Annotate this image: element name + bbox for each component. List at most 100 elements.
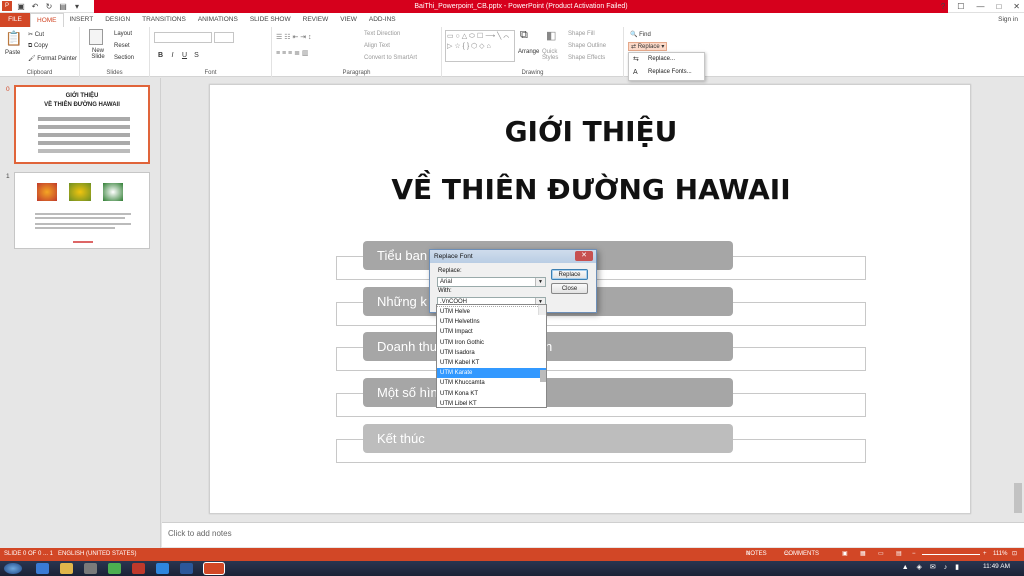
close-button[interactable]: ✕: [1013, 0, 1020, 13]
tab-file[interactable]: FILE: [0, 13, 30, 27]
close-dialog-button[interactable]: Close: [551, 283, 588, 294]
present-icon[interactable]: ▤: [58, 1, 68, 11]
copy-button[interactable]: ⧉ Copy: [28, 43, 48, 50]
notes-pane[interactable]: Click to add notes: [162, 522, 1024, 547]
paste-button[interactable]: Paste: [5, 50, 20, 56]
clock[interactable]: 11:49 AM: [983, 563, 1010, 570]
menu-item-4[interactable]: Một số hìn: [363, 378, 733, 407]
menu-item-5[interactable]: Kết thúc: [363, 424, 733, 453]
menu-item-3[interactable]: Doanh thu n: [363, 332, 733, 361]
shadow-button[interactable]: S: [192, 51, 201, 60]
save-icon[interactable]: ▣: [16, 1, 26, 11]
slide-title-line-2[interactable]: VỀ THIÊN ĐƯỜNG HAWAII: [210, 173, 972, 206]
align-text-button[interactable]: Align Text: [364, 43, 390, 49]
arrange-button[interactable]: Arrange: [518, 49, 539, 55]
tab-transitions[interactable]: TRANSITIONS: [136, 13, 192, 27]
replace-dialog-button[interactable]: Replace: [551, 269, 588, 280]
zoom-in-icon[interactable]: +: [983, 548, 987, 561]
tab-home[interactable]: HOME: [30, 13, 64, 27]
tab-insert[interactable]: INSERT: [64, 13, 100, 27]
shape-effects-button[interactable]: Shape Effects: [568, 55, 605, 61]
underline-button[interactable]: U: [180, 51, 189, 60]
shapes-gallery[interactable]: ▭ ○ △ ⬭ ☐ ⟶ ╲ ⌒ ▷ ☆ { } ⬡ ◇ ⌂: [445, 30, 515, 62]
tab-view[interactable]: VIEW: [334, 13, 363, 27]
font-option[interactable]: UTM Khuccamta: [437, 378, 546, 388]
app-icon[interactable]: P: [2, 1, 12, 11]
shape-fill-button[interactable]: Shape Fill: [568, 31, 595, 37]
word-icon[interactable]: [180, 563, 193, 574]
app-icon[interactable]: [132, 563, 145, 574]
menu-item-replace-fonts[interactable]: A Replace Fonts...: [629, 66, 704, 79]
vertical-scrollbar[interactable]: [1012, 78, 1024, 522]
quick-styles-button[interactable]: Quick Styles: [542, 49, 562, 61]
font-option[interactable]: UTM Libel KT: [437, 399, 546, 407]
tab-animations[interactable]: ANIMATIONS: [192, 13, 244, 27]
tab-add-ins[interactable]: ADD-INS: [363, 13, 402, 27]
new-slide-button[interactable]: New Slide: [86, 48, 110, 60]
quick-styles-icon[interactable]: ◧: [546, 29, 556, 42]
replace-font-combo[interactable]: Arial ▼: [437, 277, 546, 287]
explorer-icon[interactable]: [60, 563, 73, 574]
tab-design[interactable]: DESIGN: [99, 13, 136, 27]
font-option[interactable]: UTM Helve: [437, 307, 546, 317]
section-button[interactable]: Section: [114, 55, 134, 61]
zoom-level[interactable]: 111%: [993, 548, 1007, 561]
scrollbar-thumb[interactable]: [1014, 483, 1022, 513]
font-list-scroll-thumb[interactable]: [540, 370, 546, 382]
cut-button[interactable]: ✂ Cut: [28, 31, 44, 38]
powerpoint-icon[interactable]: [204, 563, 224, 574]
zoom-out-icon[interactable]: −: [912, 548, 916, 561]
slide-sorter-icon[interactable]: ▦: [860, 548, 866, 561]
normal-view-icon[interactable]: ▣: [842, 548, 848, 561]
bold-button[interactable]: B: [156, 51, 165, 60]
redo-icon[interactable]: ↻: [44, 1, 54, 11]
chrome-icon[interactable]: [108, 563, 121, 574]
fit-slide-icon[interactable]: ⊡: [1012, 548, 1017, 561]
layout-button[interactable]: Layout: [114, 31, 132, 37]
find-button[interactable]: 🔍 Find: [630, 31, 651, 38]
slide-thumbnail-0[interactable]: GIỚI THIỆU VỀ THIÊN ĐƯỜNG HAWAII: [14, 85, 150, 164]
dialog-close-icon[interactable]: ✕: [575, 251, 593, 261]
menu-item-replace[interactable]: ⇆ Replace...: [629, 53, 704, 66]
ribbon-options-button[interactable]: ☐: [957, 0, 964, 13]
app-icon[interactable]: [156, 563, 169, 574]
shape-outline-button[interactable]: Shape Outline: [568, 43, 606, 49]
zoom-slider[interactable]: [922, 554, 980, 555]
chevron-down-icon[interactable]: ▼: [535, 278, 545, 286]
tab-slide-show[interactable]: SLIDE SHOW: [244, 13, 297, 27]
slideshow-icon[interactable]: ▤: [896, 548, 902, 561]
font-option[interactable]: UTM Kabel KT: [437, 358, 546, 368]
text-direction-button[interactable]: Text Direction: [364, 31, 400, 37]
app-icon[interactable]: [84, 563, 97, 574]
font-list-scrollbar[interactable]: [538, 305, 546, 382]
slide-title-line-1[interactable]: GIỚI THIỆU: [210, 115, 972, 148]
format-painter-button[interactable]: 🖌 Format Painter: [28, 55, 77, 62]
maximize-button[interactable]: □: [996, 0, 1001, 13]
italic-button[interactable]: I: [168, 51, 177, 60]
font-size-combo[interactable]: [214, 32, 234, 43]
slide-thumbnail-1[interactable]: [14, 172, 150, 249]
paste-icon[interactable]: 📋: [5, 30, 22, 47]
font-option[interactable]: UTM Kona KT: [437, 389, 546, 399]
bullets-icon[interactable]: ☰ ☷ ⇤ ⇥ ↕: [276, 33, 312, 41]
font-option[interactable]: UTM Impact: [437, 327, 546, 337]
arrange-icon[interactable]: ⧉: [520, 29, 528, 42]
font-option[interactable]: UTM HelvetIns: [437, 317, 546, 327]
new-slide-icon[interactable]: [89, 29, 103, 45]
ie-icon[interactable]: [36, 563, 49, 574]
convert-smartart-button[interactable]: Convert to SmartArt: [364, 55, 417, 61]
font-option-selected[interactable]: UTM Karate: [437, 368, 546, 379]
replace-button[interactable]: ⇄ Replace ▾: [628, 42, 668, 51]
start-button[interactable]: [4, 563, 22, 574]
tab-review[interactable]: REVIEW: [297, 13, 335, 27]
font-option[interactable]: UTM Iron Gothic: [437, 338, 546, 348]
align-icons[interactable]: ≡ ≡ ≡ ≣ ▥: [276, 49, 309, 57]
tray-icons[interactable]: ▲ ◈ ✉ ♪ ▮: [902, 563, 962, 571]
undo-icon[interactable]: ↶: [30, 1, 40, 11]
font-name-combo[interactable]: [154, 32, 212, 43]
reading-view-icon[interactable]: ▭: [878, 548, 884, 561]
customize-qat-icon[interactable]: ▾: [72, 1, 82, 11]
help-button[interactable]: ?: [941, 0, 945, 13]
reset-button[interactable]: Reset: [114, 43, 130, 49]
font-list-dropdown[interactable]: UTM Helve UTM HelvetIns UTM Impact UTM I…: [436, 304, 547, 408]
